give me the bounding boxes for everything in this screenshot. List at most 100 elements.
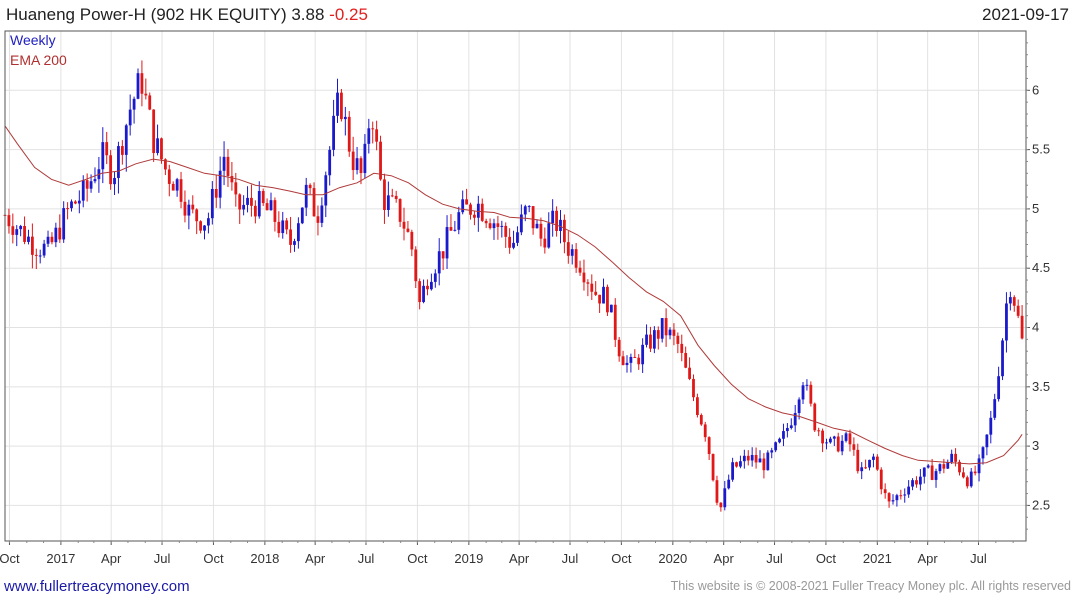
candle-body <box>1020 315 1024 339</box>
candle-body <box>175 179 179 191</box>
candle-body <box>480 203 484 221</box>
candle-body <box>883 489 887 494</box>
candle-body <box>723 488 727 508</box>
candle-body <box>875 456 879 470</box>
candle-body <box>113 177 116 185</box>
candle-body <box>903 494 907 496</box>
candle-body <box>453 229 457 231</box>
plot-frame <box>4 30 1027 542</box>
candle-body <box>938 464 942 472</box>
y-tick-label: 5 <box>1032 201 1039 216</box>
candle-body <box>660 318 664 339</box>
candle-body <box>214 189 218 198</box>
candle-body <box>825 442 828 444</box>
copyright-text: This website is © 2008-2021 Fuller Treac… <box>670 579 1071 593</box>
candle-body <box>340 92 343 120</box>
candlestick-chart: 2.5 3 3.5 4 4.5 5 5.5 6 Oct 2017 Apr Jul Oct 2018 Apr… <box>0 30 1050 566</box>
candle-body <box>23 226 26 242</box>
candle-body <box>191 204 195 210</box>
site-link[interactable]: www.fullertreacymoney.com <box>4 578 190 595</box>
candle-body <box>680 343 684 353</box>
candle-body <box>739 461 742 467</box>
candle-body <box>124 125 128 155</box>
candle-body <box>856 449 860 472</box>
candle-body <box>93 179 97 182</box>
candle-body <box>758 458 762 463</box>
candle-body <box>527 206 531 208</box>
candle-body <box>762 458 766 471</box>
candle-body <box>742 455 746 462</box>
candle-body <box>281 220 285 234</box>
candle-body <box>519 214 523 233</box>
candle-body <box>1016 305 1020 316</box>
candle-body <box>167 169 171 184</box>
candle-body <box>582 272 586 283</box>
x-tick-label: 2017 <box>46 551 75 566</box>
candle-body <box>1012 297 1016 306</box>
candle-body <box>872 456 875 460</box>
candle-body <box>942 464 946 469</box>
candle-body <box>864 467 868 469</box>
candle-body <box>868 459 871 468</box>
candle-body <box>500 225 504 227</box>
candle-body <box>152 109 156 154</box>
candle-body <box>285 220 289 230</box>
candle-body <box>218 170 222 198</box>
candle-body <box>609 304 613 313</box>
candle-body <box>320 205 324 223</box>
candle-body <box>907 486 911 495</box>
candle-body <box>879 469 883 490</box>
candle-body <box>11 226 15 235</box>
candle-body <box>222 156 226 171</box>
y-tick-label: 4.5 <box>1032 260 1050 275</box>
candle-body <box>488 223 492 229</box>
x-tick-label: 2021 <box>863 551 892 566</box>
candle-body <box>746 455 750 461</box>
candle-body <box>81 180 85 201</box>
candle-body <box>962 472 965 478</box>
candle-body <box>250 197 253 206</box>
candle-body <box>895 495 899 501</box>
candle-body <box>293 241 296 245</box>
candle-body <box>641 344 645 365</box>
x-tick-label: Jul <box>154 551 171 566</box>
candle-body <box>860 467 864 472</box>
x-axis: Oct 2017 Apr Jul Oct 2018 Apr Jul Oct 2019 Apr Jul O… <box>0 541 1014 566</box>
candle-body <box>965 477 969 487</box>
candle-body <box>15 229 19 235</box>
candle-body <box>649 334 652 349</box>
candle-body <box>433 273 437 282</box>
candle-body <box>296 223 300 242</box>
candle-body <box>457 212 461 230</box>
candle-body <box>38 255 42 257</box>
candle-body <box>109 155 113 185</box>
candle-body <box>7 215 11 227</box>
candle-body <box>449 227 453 231</box>
candle-body <box>629 356 633 363</box>
candle-body <box>797 399 801 414</box>
candle-body <box>774 442 778 451</box>
candle-body <box>273 200 277 222</box>
candle-body <box>508 236 512 248</box>
candle-body <box>782 431 785 439</box>
candle-body <box>242 204 246 210</box>
candle-body <box>840 440 844 452</box>
legend-weekly: Weekly <box>10 32 56 48</box>
y-tick-label: 3 <box>1032 438 1039 453</box>
candle-body <box>422 285 425 303</box>
candle-body <box>426 285 429 290</box>
candle-body <box>555 210 558 231</box>
candle-body <box>367 128 371 144</box>
x-tick-label: Oct <box>203 551 224 566</box>
candles <box>3 60 1024 512</box>
candle-body <box>332 115 335 150</box>
candle-body <box>492 223 496 229</box>
candle-body <box>570 249 574 256</box>
candle-body <box>664 318 668 336</box>
candle-body <box>672 329 676 336</box>
candle-body <box>950 453 954 462</box>
candle-body <box>363 143 367 174</box>
ema-200-line <box>4 125 1023 465</box>
candle-body <box>715 480 719 503</box>
candle-body <box>199 221 202 231</box>
